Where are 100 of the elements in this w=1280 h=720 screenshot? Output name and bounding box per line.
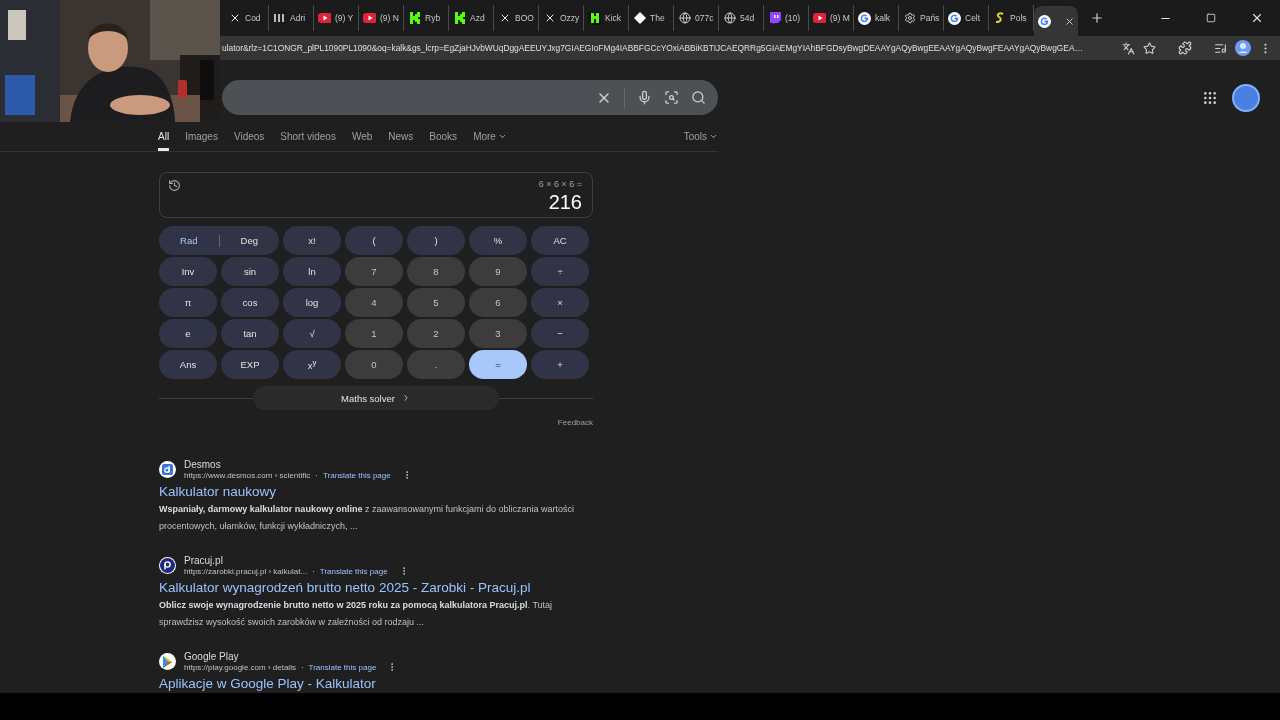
browser-tab[interactable]: Kick xyxy=(584,5,629,31)
search-tab[interactable]: Videos xyxy=(233,131,265,151)
calculator-key[interactable]: 7 xyxy=(345,257,403,286)
browser-tab[interactable]: kalk xyxy=(854,5,899,31)
search-tab[interactable]: Books xyxy=(429,131,458,151)
site-name: Desmos xyxy=(184,459,222,470)
apps-grid-icon[interactable] xyxy=(1202,89,1218,106)
history-icon[interactable] xyxy=(168,179,181,192)
calculator-key[interactable]: × xyxy=(531,288,589,317)
star-icon[interactable] xyxy=(1143,41,1156,55)
feedback-link[interactable]: Feedback xyxy=(159,418,593,427)
calculator-key[interactable]: 0 xyxy=(345,350,403,379)
calculator-key[interactable]: cos xyxy=(221,288,279,317)
result-title-link[interactable]: Kalkulator naukowy xyxy=(159,484,593,499)
calculator-key[interactable]: √ xyxy=(283,319,341,348)
browser-tab[interactable]: The xyxy=(629,5,674,31)
calculator-key[interactable]: 5 xyxy=(407,288,465,317)
browser-tab[interactable]: Ozzy xyxy=(539,5,584,31)
browser-tab[interactable]: Adri xyxy=(269,5,314,31)
calculator-key[interactable]: = xyxy=(469,350,527,379)
play-icon xyxy=(813,11,826,25)
camera-search-icon[interactable] xyxy=(664,90,679,105)
maths-solver-button[interactable]: Maths solver xyxy=(253,386,499,410)
site-favicon-icon xyxy=(159,653,176,670)
calculator-key[interactable]: ÷ xyxy=(531,257,589,286)
calculator-key[interactable]: 3 xyxy=(469,319,527,348)
search-field[interactable] xyxy=(222,80,718,115)
calculator-key[interactable]: log xyxy=(283,288,341,317)
calculator-key[interactable]: π xyxy=(159,288,217,317)
play-icon xyxy=(318,11,331,25)
calculator-key[interactable]: 4 xyxy=(345,288,403,317)
browser-tab[interactable]: (9) N xyxy=(359,5,404,31)
new-tab-icon[interactable] xyxy=(1090,11,1104,25)
avatar-icon[interactable] xyxy=(1232,83,1260,112)
browser-tab[interactable]: Pańs xyxy=(899,5,944,31)
browser-tab[interactable]: Cod xyxy=(224,5,269,31)
diamond-icon xyxy=(633,11,646,25)
calculator-key[interactable]: % xyxy=(469,226,527,255)
browser-tab[interactable]: 54d xyxy=(719,5,764,31)
browser-tab[interactable]: Azd xyxy=(449,5,494,31)
calculator-key[interactable]: − xyxy=(531,319,589,348)
browser-tab[interactable]: 077c xyxy=(674,5,719,31)
search-tab[interactable]: News xyxy=(388,131,414,151)
calculator-key[interactable]: ln xyxy=(283,257,341,286)
calculator-key[interactable]: 2 xyxy=(407,319,465,348)
tools-menu[interactable]: Tools xyxy=(683,131,718,151)
calculator-key[interactable]: AC xyxy=(531,226,589,255)
calculator-key[interactable]: x$^{y}$ xyxy=(283,350,341,379)
translate-link[interactable]: Translate this page xyxy=(319,566,388,576)
calculator-key[interactable]: e xyxy=(159,319,217,348)
separator-dot: · xyxy=(300,662,304,672)
calculator-key[interactable]: 8 xyxy=(407,257,465,286)
search-icon[interactable] xyxy=(691,90,706,105)
angle-mode-option[interactable]: Rad xyxy=(159,226,219,255)
search-tab[interactable]: More xyxy=(473,131,507,151)
calculator-key[interactable]: ( xyxy=(345,226,403,255)
browser-tab[interactable] xyxy=(1034,6,1078,36)
swirl-icon xyxy=(993,11,1006,25)
translate-link[interactable]: Translate this page xyxy=(322,470,391,480)
search-tab[interactable]: All xyxy=(158,131,170,151)
angle-mode-option[interactable]: Deg xyxy=(219,226,279,255)
calculator-key[interactable]: Inv xyxy=(159,257,217,286)
bars-icon xyxy=(273,11,286,25)
result-snippet: Oblicz swoje wynagrodzenie brutto netto w 2025 roku za pomocą kalkulatora Pracuj.pl. Tutaj sprawdzisz wysokość swoich zarobków w zależności od rodzaju ... xyxy=(159,599,554,629)
translate-link[interactable]: Translate this page xyxy=(308,662,377,672)
calculator-key[interactable]: 1 xyxy=(345,319,403,348)
close-icon[interactable] xyxy=(1064,15,1075,27)
mic-icon[interactable] xyxy=(637,90,652,105)
puzzle-icon[interactable] xyxy=(1178,41,1192,55)
browser-tab[interactable]: (10) xyxy=(764,5,809,31)
calculator-key[interactable]: ) xyxy=(407,226,465,255)
calculator-result: 216 xyxy=(548,191,582,214)
calculator-key[interactable]: 9 xyxy=(469,257,527,286)
browser-tab[interactable]: BOO xyxy=(494,5,539,31)
calculator-key[interactable]: x! xyxy=(283,226,341,255)
calculator-key[interactable]: tan xyxy=(221,319,279,348)
browser-tab[interactable]: Ryb xyxy=(404,5,449,31)
playlist-icon[interactable] xyxy=(1214,41,1227,55)
gear-icon xyxy=(903,11,916,25)
calculator-key[interactable]: EXP xyxy=(221,350,279,379)
result-url: https://www.desmos.com › scientific xyxy=(184,470,311,480)
calculator-key[interactable]: sin xyxy=(221,257,279,286)
calculator-expression: 6 × 6 × 6 = xyxy=(538,179,582,189)
search-tab[interactable]: Web xyxy=(351,131,373,151)
browser-tab[interactable]: (9) Y xyxy=(314,5,359,31)
search-tab[interactable]: Short videos xyxy=(280,131,336,151)
search-tab[interactable]: Images xyxy=(185,131,218,151)
play-icon xyxy=(363,11,376,25)
browser-tab[interactable]: Celt xyxy=(944,5,989,31)
site-favicon-icon xyxy=(159,557,176,574)
calculator-key[interactable]: + xyxy=(531,350,589,379)
browser-tab[interactable]: (9) M xyxy=(809,5,854,31)
result-title-link[interactable]: Kalkulator wynagrodzeń brutto netto 2025 - Zarobki - Pracuj.pl xyxy=(159,580,593,595)
calculator-key[interactable]: . xyxy=(407,350,465,379)
profile-avatar-icon[interactable] xyxy=(1235,40,1251,56)
caret-icon xyxy=(709,132,718,141)
translate-icon[interactable] xyxy=(1122,41,1135,55)
calculator-key[interactable]: 6 xyxy=(469,288,527,317)
result-title-link[interactable]: Aplikacje w Google Play - Kalkulator xyxy=(159,676,593,691)
calculator-key[interactable]: Ans xyxy=(159,350,217,379)
